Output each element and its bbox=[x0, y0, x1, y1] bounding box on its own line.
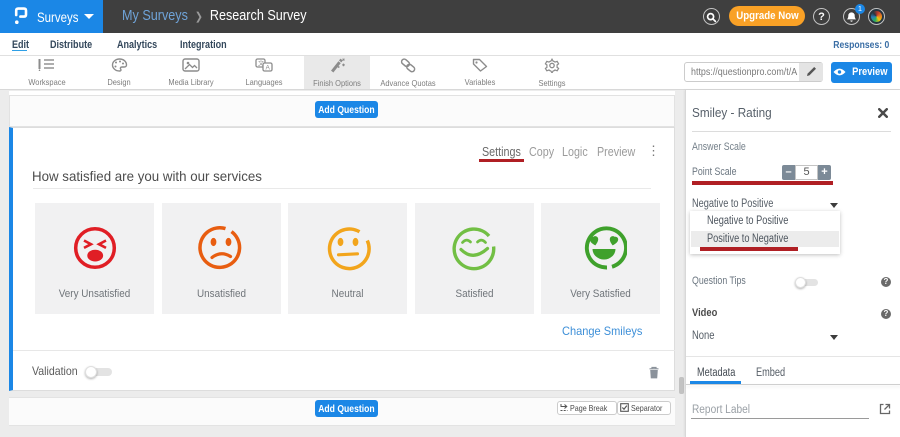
svg-text:A: A bbox=[266, 65, 271, 72]
